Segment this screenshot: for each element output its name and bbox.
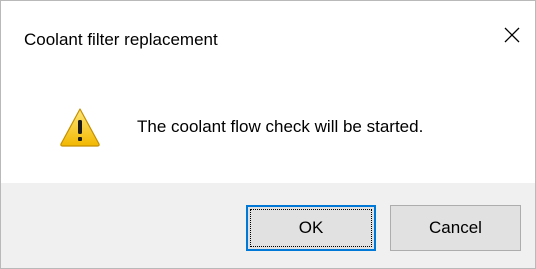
button-bar: OK Cancel — [1, 183, 535, 268]
cancel-button-label: Cancel — [429, 218, 482, 237]
cancel-button[interactable]: Cancel — [390, 205, 521, 251]
dialog-content: The coolant flow check will be started. — [1, 79, 535, 183]
close-button[interactable] — [489, 15, 535, 55]
ok-button[interactable]: OK — [246, 205, 376, 251]
warning-icon — [59, 106, 101, 148]
dialog-message: The coolant flow check will be started. — [137, 117, 424, 136]
title-bar: Coolant filter replacement — [1, 1, 535, 79]
dialog-title: Coolant filter replacement — [24, 30, 218, 49]
close-icon — [503, 26, 521, 44]
message-dialog: Coolant filter replacement The coolant f… — [0, 0, 536, 269]
ok-button-label: OK — [298, 218, 324, 237]
